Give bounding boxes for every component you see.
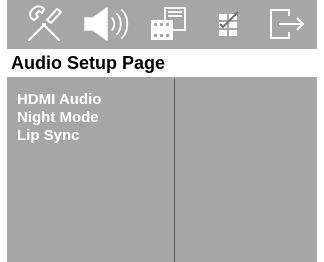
page-title: Audio Setup Page xyxy=(11,53,166,73)
setup-menu-screen: Audio Setup Page HDMI Audio Night Mode L… xyxy=(7,0,317,262)
menu-item-night-mode[interactable]: Night Mode xyxy=(17,109,101,127)
exit-icon[interactable] xyxy=(265,0,309,47)
column-divider xyxy=(174,79,175,262)
preferences-icon[interactable] xyxy=(211,0,247,47)
setup-tab-bar xyxy=(7,0,317,47)
menu-item-lip-sync[interactable]: Lip Sync xyxy=(17,127,101,145)
audio-options-list: HDMI Audio Night Mode Lip Sync xyxy=(17,91,101,145)
settings-panel: HDMI Audio Night Mode Lip Sync xyxy=(7,79,317,262)
tools-icon[interactable] xyxy=(23,0,67,47)
film-icon[interactable] xyxy=(147,0,191,47)
page-title-bar: Audio Setup Page xyxy=(7,49,317,77)
menu-item-hdmi-audio[interactable]: HDMI Audio xyxy=(17,91,101,109)
speaker-icon[interactable] xyxy=(79,0,129,47)
